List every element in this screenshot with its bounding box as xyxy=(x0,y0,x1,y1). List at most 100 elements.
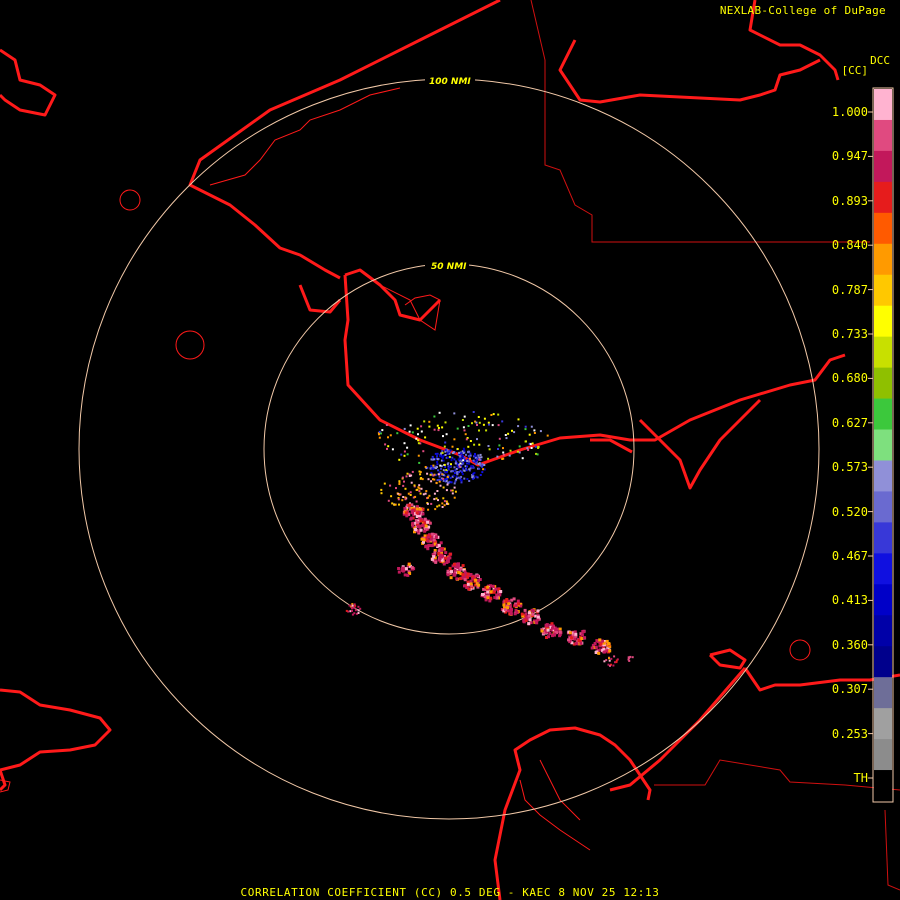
radar-return-pixel xyxy=(398,458,401,461)
radar-return-pixel xyxy=(478,456,481,459)
radar-return-pixel xyxy=(517,602,520,606)
radar-return-pixel xyxy=(420,537,424,541)
radar-return-pixel xyxy=(480,456,483,459)
radar-return-pixel xyxy=(446,453,449,455)
radar-return-pixel xyxy=(435,467,437,470)
radar-return-pixel xyxy=(446,559,450,563)
radar-return-pixel xyxy=(404,487,407,490)
radar-return-pixel xyxy=(378,436,381,439)
radar-return-pixel xyxy=(466,462,469,465)
radar-return-pixel xyxy=(520,612,524,616)
radar-return-pixel xyxy=(446,471,448,474)
radar-return-pixel xyxy=(471,476,474,479)
radar-return-pixel xyxy=(398,480,401,483)
radar-return-pixel xyxy=(517,418,520,421)
colorbar-swatch xyxy=(874,181,892,214)
radar-return-pixel xyxy=(378,430,381,433)
radar-return-pixel xyxy=(415,520,419,524)
radar-return-pixel xyxy=(457,458,460,461)
colorbar-swatch xyxy=(874,305,892,338)
radar-return-pixel xyxy=(450,570,453,574)
radar-return-pixel xyxy=(463,477,466,480)
radar-return-pixel xyxy=(448,556,452,560)
radar-return-pixel xyxy=(442,562,446,566)
radar-return-pixel xyxy=(433,498,436,501)
radar-return-pixel xyxy=(387,499,390,502)
radar-return-pixel xyxy=(423,420,426,423)
radar-return-pixel xyxy=(493,596,497,600)
radar-return-pixel xyxy=(428,425,431,428)
radar-return-pixel xyxy=(408,475,411,477)
radar-return-pixel xyxy=(502,447,504,450)
radar-return-pixel xyxy=(544,623,548,627)
radar-return-pixel xyxy=(409,494,412,496)
radar-return-pixel xyxy=(406,472,409,475)
radar-return-pixel xyxy=(505,437,508,440)
radar-return-pixel xyxy=(389,434,392,437)
radar-return-pixel xyxy=(477,583,481,587)
radar-return-pixel xyxy=(466,465,468,468)
radar-return-pixel xyxy=(406,446,409,449)
radar-return-pixel xyxy=(474,453,476,455)
radar-return-pixel xyxy=(469,440,472,442)
radar-return-pixel xyxy=(432,474,435,477)
radar-return-pixel xyxy=(461,573,465,577)
radar-return-pixel xyxy=(492,413,495,416)
radar-return-pixel xyxy=(441,426,444,429)
radar-return-pixel xyxy=(401,566,405,570)
radar-return-pixel xyxy=(473,443,476,446)
radar-return-pixel xyxy=(422,493,425,496)
radar-return-pixel xyxy=(437,544,441,547)
radar-return-pixel xyxy=(444,551,448,555)
radar-return-pixel xyxy=(481,593,484,596)
radar-return-pixel xyxy=(465,453,467,456)
radar-return-pixel xyxy=(526,447,529,450)
radar-return-pixel xyxy=(613,655,616,658)
radar-return-pixel xyxy=(479,453,482,456)
radar-return-pixel xyxy=(495,593,499,597)
radar-return-pixel xyxy=(417,442,420,445)
colorbar-tick-label: 0.360 xyxy=(831,637,868,652)
radar-return-pixel xyxy=(452,452,455,454)
radar-return-pixel xyxy=(597,651,601,655)
radar-return-pixel xyxy=(502,603,506,607)
radar-return-pixel xyxy=(508,454,511,457)
colorbar-swatch xyxy=(874,491,892,523)
radar-return-pixel xyxy=(349,604,352,607)
radar-return-pixel xyxy=(467,454,470,457)
radar-return-pixel xyxy=(530,447,533,449)
radar-return-pixel xyxy=(466,460,469,462)
radar-return-pixel xyxy=(459,469,462,472)
radar-return-pixel xyxy=(441,451,444,454)
radar-return-pixel xyxy=(458,451,461,454)
radar-return-pixel xyxy=(454,490,457,493)
radar-return-pixel xyxy=(380,492,383,495)
radar-return-pixel xyxy=(345,609,348,612)
radar-return-pixel xyxy=(409,424,412,427)
radar-return-pixel xyxy=(418,470,421,473)
radar-return-pixel xyxy=(516,450,519,453)
ring-label-100: 100 NMI xyxy=(429,77,471,87)
radar-return-pixel xyxy=(489,590,493,594)
status-bar: CORRELATION COEFFICIENT (CC) 0.5 DEG - K… xyxy=(240,886,660,899)
radar-return-pixel xyxy=(426,472,429,475)
radar-return-pixel xyxy=(446,569,450,573)
radar-return-pixel xyxy=(457,564,460,568)
radar-return-pixel xyxy=(444,478,447,481)
radar-return-pixel xyxy=(488,423,490,426)
colorbar-tick-label: 0.520 xyxy=(831,504,868,519)
radar-return-pixel xyxy=(568,631,572,635)
radar-return-pixel xyxy=(354,609,357,612)
radar-return-pixel xyxy=(434,535,438,539)
radar-return-pixel xyxy=(491,585,495,588)
colorbar-tick-label: 0.307 xyxy=(831,682,868,697)
radar-return-pixel xyxy=(359,607,362,610)
radar-return-pixel xyxy=(475,421,478,424)
radar-return-pixel xyxy=(396,432,399,435)
radar-return-pixel xyxy=(509,449,512,452)
radar-return-pixel xyxy=(434,452,437,455)
colorbar-tick-label: TH xyxy=(853,771,868,785)
radar-return-pixel xyxy=(395,487,397,490)
radar-return-pixel xyxy=(427,496,430,499)
colorbar-tick-label: 0.467 xyxy=(831,549,868,563)
